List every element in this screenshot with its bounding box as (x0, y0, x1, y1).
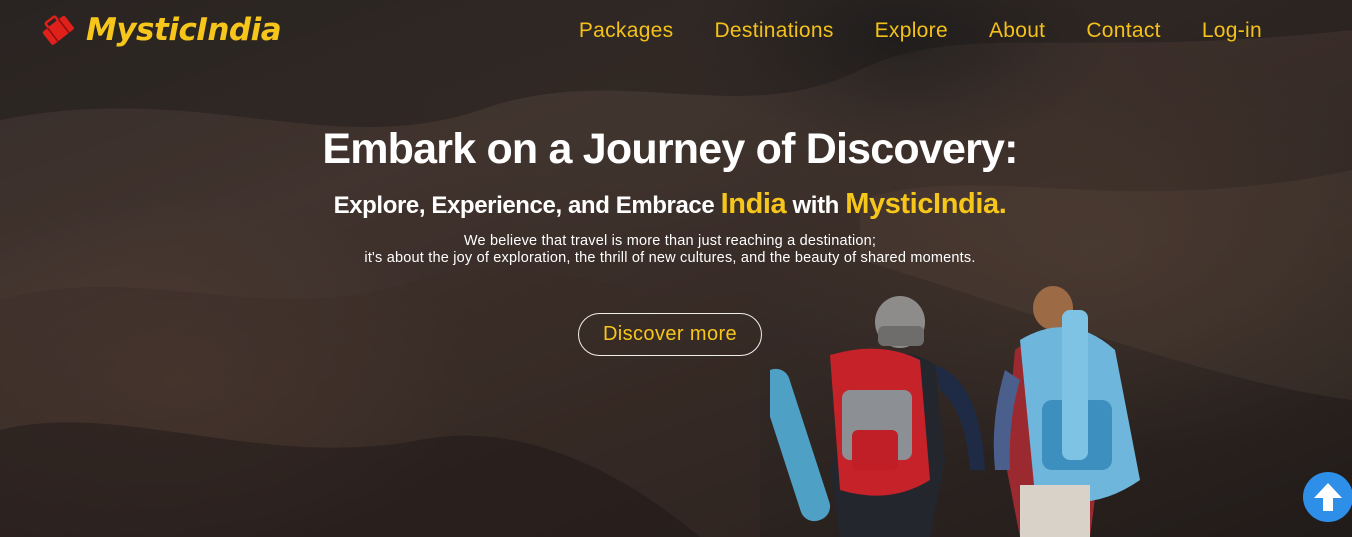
nav-about[interactable]: About (989, 19, 1045, 43)
subline-highlight-india: India (720, 188, 787, 220)
scroll-to-top-button[interactable] (1303, 472, 1352, 522)
hero-headline: Embark on a Journey of Discovery: (322, 125, 1018, 173)
discover-more-button[interactable]: Discover more (578, 313, 762, 356)
subline-prefix: Explore, Experience, and Embrace (333, 192, 721, 219)
nav-explore[interactable]: Explore (875, 19, 948, 43)
suitcase-icon (42, 15, 74, 45)
arrow-up-icon (1314, 483, 1342, 511)
nav-contact[interactable]: Contact (1086, 19, 1160, 43)
brand-logo[interactable]: MysticIndia (38, 10, 282, 50)
main-nav: Packages Destinations Explore About Cont… (579, 19, 1262, 43)
nav-packages[interactable]: Packages (579, 19, 674, 43)
subline-highlight-brand: MysticIndia. (845, 188, 1007, 220)
brand-name: MysticIndia (86, 12, 282, 48)
paragraph-line-2: it's about the joy of exploration, the t… (364, 250, 976, 266)
hero-subline: Explore, Experience, and Embrace India w… (0, 188, 1340, 221)
hikers-illustration (770, 286, 1140, 537)
nav-destinations[interactable]: Destinations (714, 19, 833, 43)
subline-middle: with (786, 192, 846, 219)
hero-paragraph: We believe that travel is more than just… (0, 233, 1340, 267)
paragraph-line-1: We believe that travel is more than just… (463, 233, 877, 249)
nav-login[interactable]: Log-in (1202, 19, 1262, 43)
